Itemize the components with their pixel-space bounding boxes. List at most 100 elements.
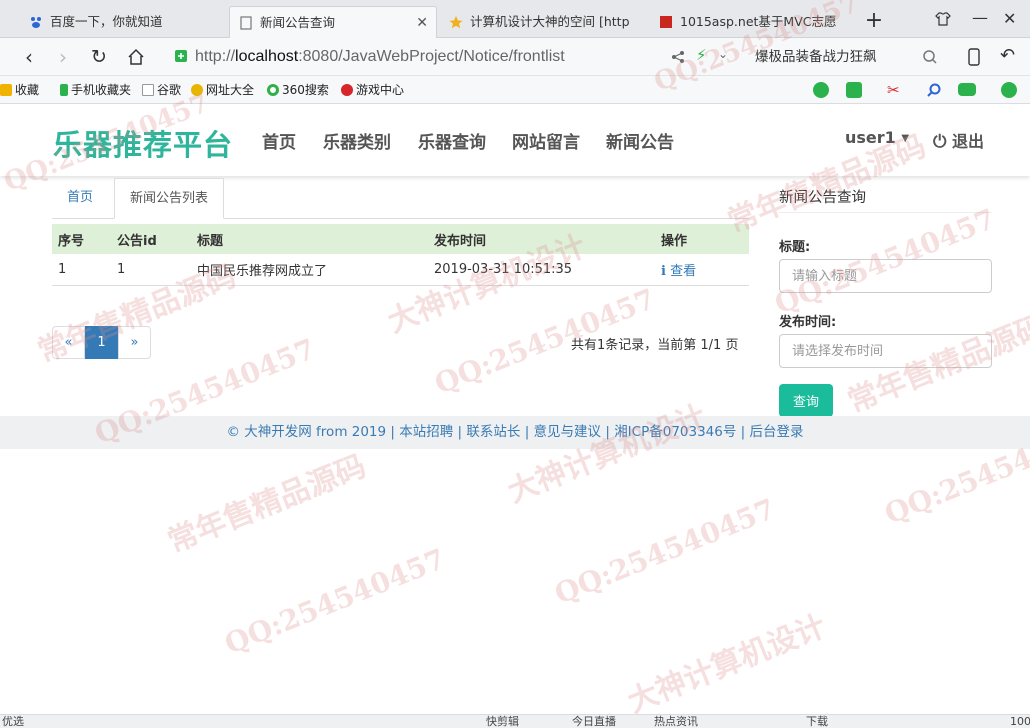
star-icon <box>0 84 12 96</box>
site-header: 乐器推荐平台 首页 乐器类别 乐器查询 网站留言 新闻公告 user1 ▼ ⏻ … <box>0 104 1030 176</box>
status-item[interactable]: 优选 <box>2 715 24 728</box>
bookmark-item[interactable]: 360搜索 <box>267 81 329 99</box>
footer-link-contact[interactable]: 联系站长 <box>466 424 520 440</box>
col-title: 标题 <box>191 224 428 254</box>
shirt-icon[interactable] <box>935 11 951 27</box>
cell-title: 中国民乐推荐网成立了 <box>191 254 428 286</box>
browser-tab-baidu[interactable]: 百度一下，你就知道 <box>20 6 225 38</box>
search-extension-icon[interactable] <box>926 82 942 98</box>
title-label: 标题: <box>779 240 811 255</box>
footer-copyright[interactable]: © 大神开发网 from 2019 <box>226 424 386 440</box>
nav-instrument-category[interactable]: 乐器类别 <box>323 128 391 153</box>
status-item[interactable]: 下载 <box>806 715 828 728</box>
watermark: 大神计算机设计 <box>622 608 831 720</box>
footer-link-icp[interactable]: 湘ICP备0703346号 <box>614 424 736 440</box>
translate-extension-icon[interactable] <box>846 82 862 98</box>
watermark: QQ:254540457 <box>220 542 450 661</box>
gamepad-icon <box>341 84 353 96</box>
col-index: 序号 <box>52 224 111 254</box>
content-tabs: 首页 新闻公告列表 <box>52 178 749 219</box>
forward-icon[interactable]: › <box>51 46 75 68</box>
address-bar: ‹ › ↻ http://localhost:8080/JavaWebProje… <box>0 38 1030 76</box>
footer-link-feedback[interactable]: 意见与建议 <box>534 424 602 440</box>
new-tab-icon[interactable]: + <box>862 10 886 32</box>
undo-icon[interactable]: ↶ <box>1000 45 1015 66</box>
power-icon: ⏻ <box>933 132 947 152</box>
back-icon[interactable]: ‹ <box>17 46 41 68</box>
bookmark-item[interactable]: 收藏 <box>0 81 39 99</box>
close-tab-icon[interactable]: ✕ <box>416 7 428 38</box>
logout-button[interactable]: ⏻ 退出 <box>933 128 984 152</box>
watermark: QQ:254540457 <box>550 492 780 611</box>
cell-time: 2019-03-31 10:51:35 <box>428 254 655 286</box>
page-1-button[interactable]: 1 <box>85 326 118 359</box>
nav-guestbook[interactable]: 网站留言 <box>512 128 580 153</box>
star-icon <box>449 16 463 29</box>
sidebar-title: 新闻公告查询 <box>779 186 992 213</box>
tab-title: 1015asp.net基于MVC志愿 <box>680 14 837 29</box>
cell-index: 1 <box>52 254 111 286</box>
tab-title: 计算机设计大神的空间 [http <box>470 14 630 29</box>
info-icon: i <box>661 263 666 279</box>
reader-extension-icon[interactable] <box>813 82 829 98</box>
window-close-icon[interactable]: ✕ <box>1003 9 1016 28</box>
browser-tab-notice[interactable]: 新闻公告查询 ✕ <box>229 6 437 38</box>
site-favicon-icon <box>660 16 672 28</box>
browser-tab-bar: 百度一下，你就知道 新闻公告查询 ✕ 计算机设计大神的空间 [http 1015… <box>0 0 1030 38</box>
prev-page-button[interactable]: « <box>52 326 85 359</box>
bookmark-item[interactable]: 谷歌 <box>142 81 181 99</box>
cell-id: 1 <box>111 254 191 286</box>
tab-news-list[interactable]: 新闻公告列表 <box>114 178 225 219</box>
scissors-icon[interactable]: ✂ <box>887 81 900 99</box>
lightning-icon[interactable]: ⚡ <box>696 46 707 64</box>
view-link[interactable]: i 查看 <box>661 264 696 279</box>
nav-instrument-search[interactable]: 乐器查询 <box>418 128 486 153</box>
page-icon <box>142 84 154 96</box>
user-menu[interactable]: user1 ▼ <box>845 128 909 147</box>
status-bar: 优选 快剪辑 今日直播 热点资讯 下载 100 <box>0 714 1030 728</box>
360-icon <box>267 84 279 96</box>
site-brand[interactable]: 乐器推荐平台 <box>53 122 233 164</box>
share-icon[interactable] <box>671 50 685 64</box>
notice-table: 序号 公告id 标题 发布时间 操作 1 1 中国民乐推荐网成立了 2019-0… <box>52 224 749 286</box>
date-input[interactable] <box>779 334 992 368</box>
status-item[interactable]: 今日直播 <box>572 715 616 728</box>
browser-tab-space[interactable]: 计算机设计大神的空间 [http <box>440 6 645 38</box>
home-icon[interactable] <box>127 48 145 66</box>
footer-link-jobs[interactable]: 本站招聘 <box>399 424 453 440</box>
reload-icon[interactable]: ↻ <box>87 46 111 68</box>
minimize-icon[interactable]: — <box>972 8 988 27</box>
bookmark-item[interactable]: 游戏中心 <box>341 81 404 99</box>
caret-down-icon: ▼ <box>901 133 910 144</box>
page-icon <box>240 16 252 30</box>
site-footer: © 大神开发网 from 2019 | 本站招聘 | 联系站长 | 意见与建议 … <box>0 416 1030 449</box>
game-extension-icon[interactable] <box>958 83 976 96</box>
search-suggestion[interactable]: 爆极品装备战力狂飙 <box>755 46 877 68</box>
tab-title: 新闻公告查询 <box>260 15 336 30</box>
watermark: 常年售精品源码 <box>162 448 371 560</box>
url-input[interactable]: http://localhost:8080/JavaWebProject/Not… <box>195 46 715 68</box>
col-time: 发布时间 <box>428 224 655 254</box>
footer-link-admin[interactable]: 后台登录 <box>750 424 804 440</box>
search-icon[interactable] <box>922 49 938 65</box>
tab-home[interactable]: 首页 <box>52 178 108 219</box>
col-id: 公告id <box>111 224 191 254</box>
title-input[interactable] <box>779 259 992 293</box>
status-item[interactable]: 热点资讯 <box>654 715 698 728</box>
next-page-button[interactable]: » <box>118 326 151 359</box>
date-label: 发布时间: <box>779 315 837 330</box>
watermark: 大神计算机设计 <box>502 398 711 510</box>
wallet-extension-icon[interactable] <box>1001 82 1017 98</box>
bookmark-item[interactable]: 手机收藏夹 <box>60 81 131 99</box>
query-button[interactable]: 查询 <box>779 384 833 417</box>
nav-news[interactable]: 新闻公告 <box>606 128 674 153</box>
nav-home[interactable]: 首页 <box>262 128 296 153</box>
chevron-down-icon[interactable]: ⌄ <box>718 47 728 61</box>
bookmark-item[interactable]: 网址大全 <box>191 81 254 99</box>
secure-shield-icon <box>175 50 187 62</box>
pager-info: 共有1条记录，当前第 1/1 页 <box>571 338 739 353</box>
baidu-paw-icon <box>31 17 41 28</box>
browser-tab-asp[interactable]: 1015asp.net基于MVC志愿 <box>650 6 855 38</box>
phone-icon[interactable] <box>967 48 981 66</box>
status-item[interactable]: 快剪辑 <box>486 715 519 728</box>
